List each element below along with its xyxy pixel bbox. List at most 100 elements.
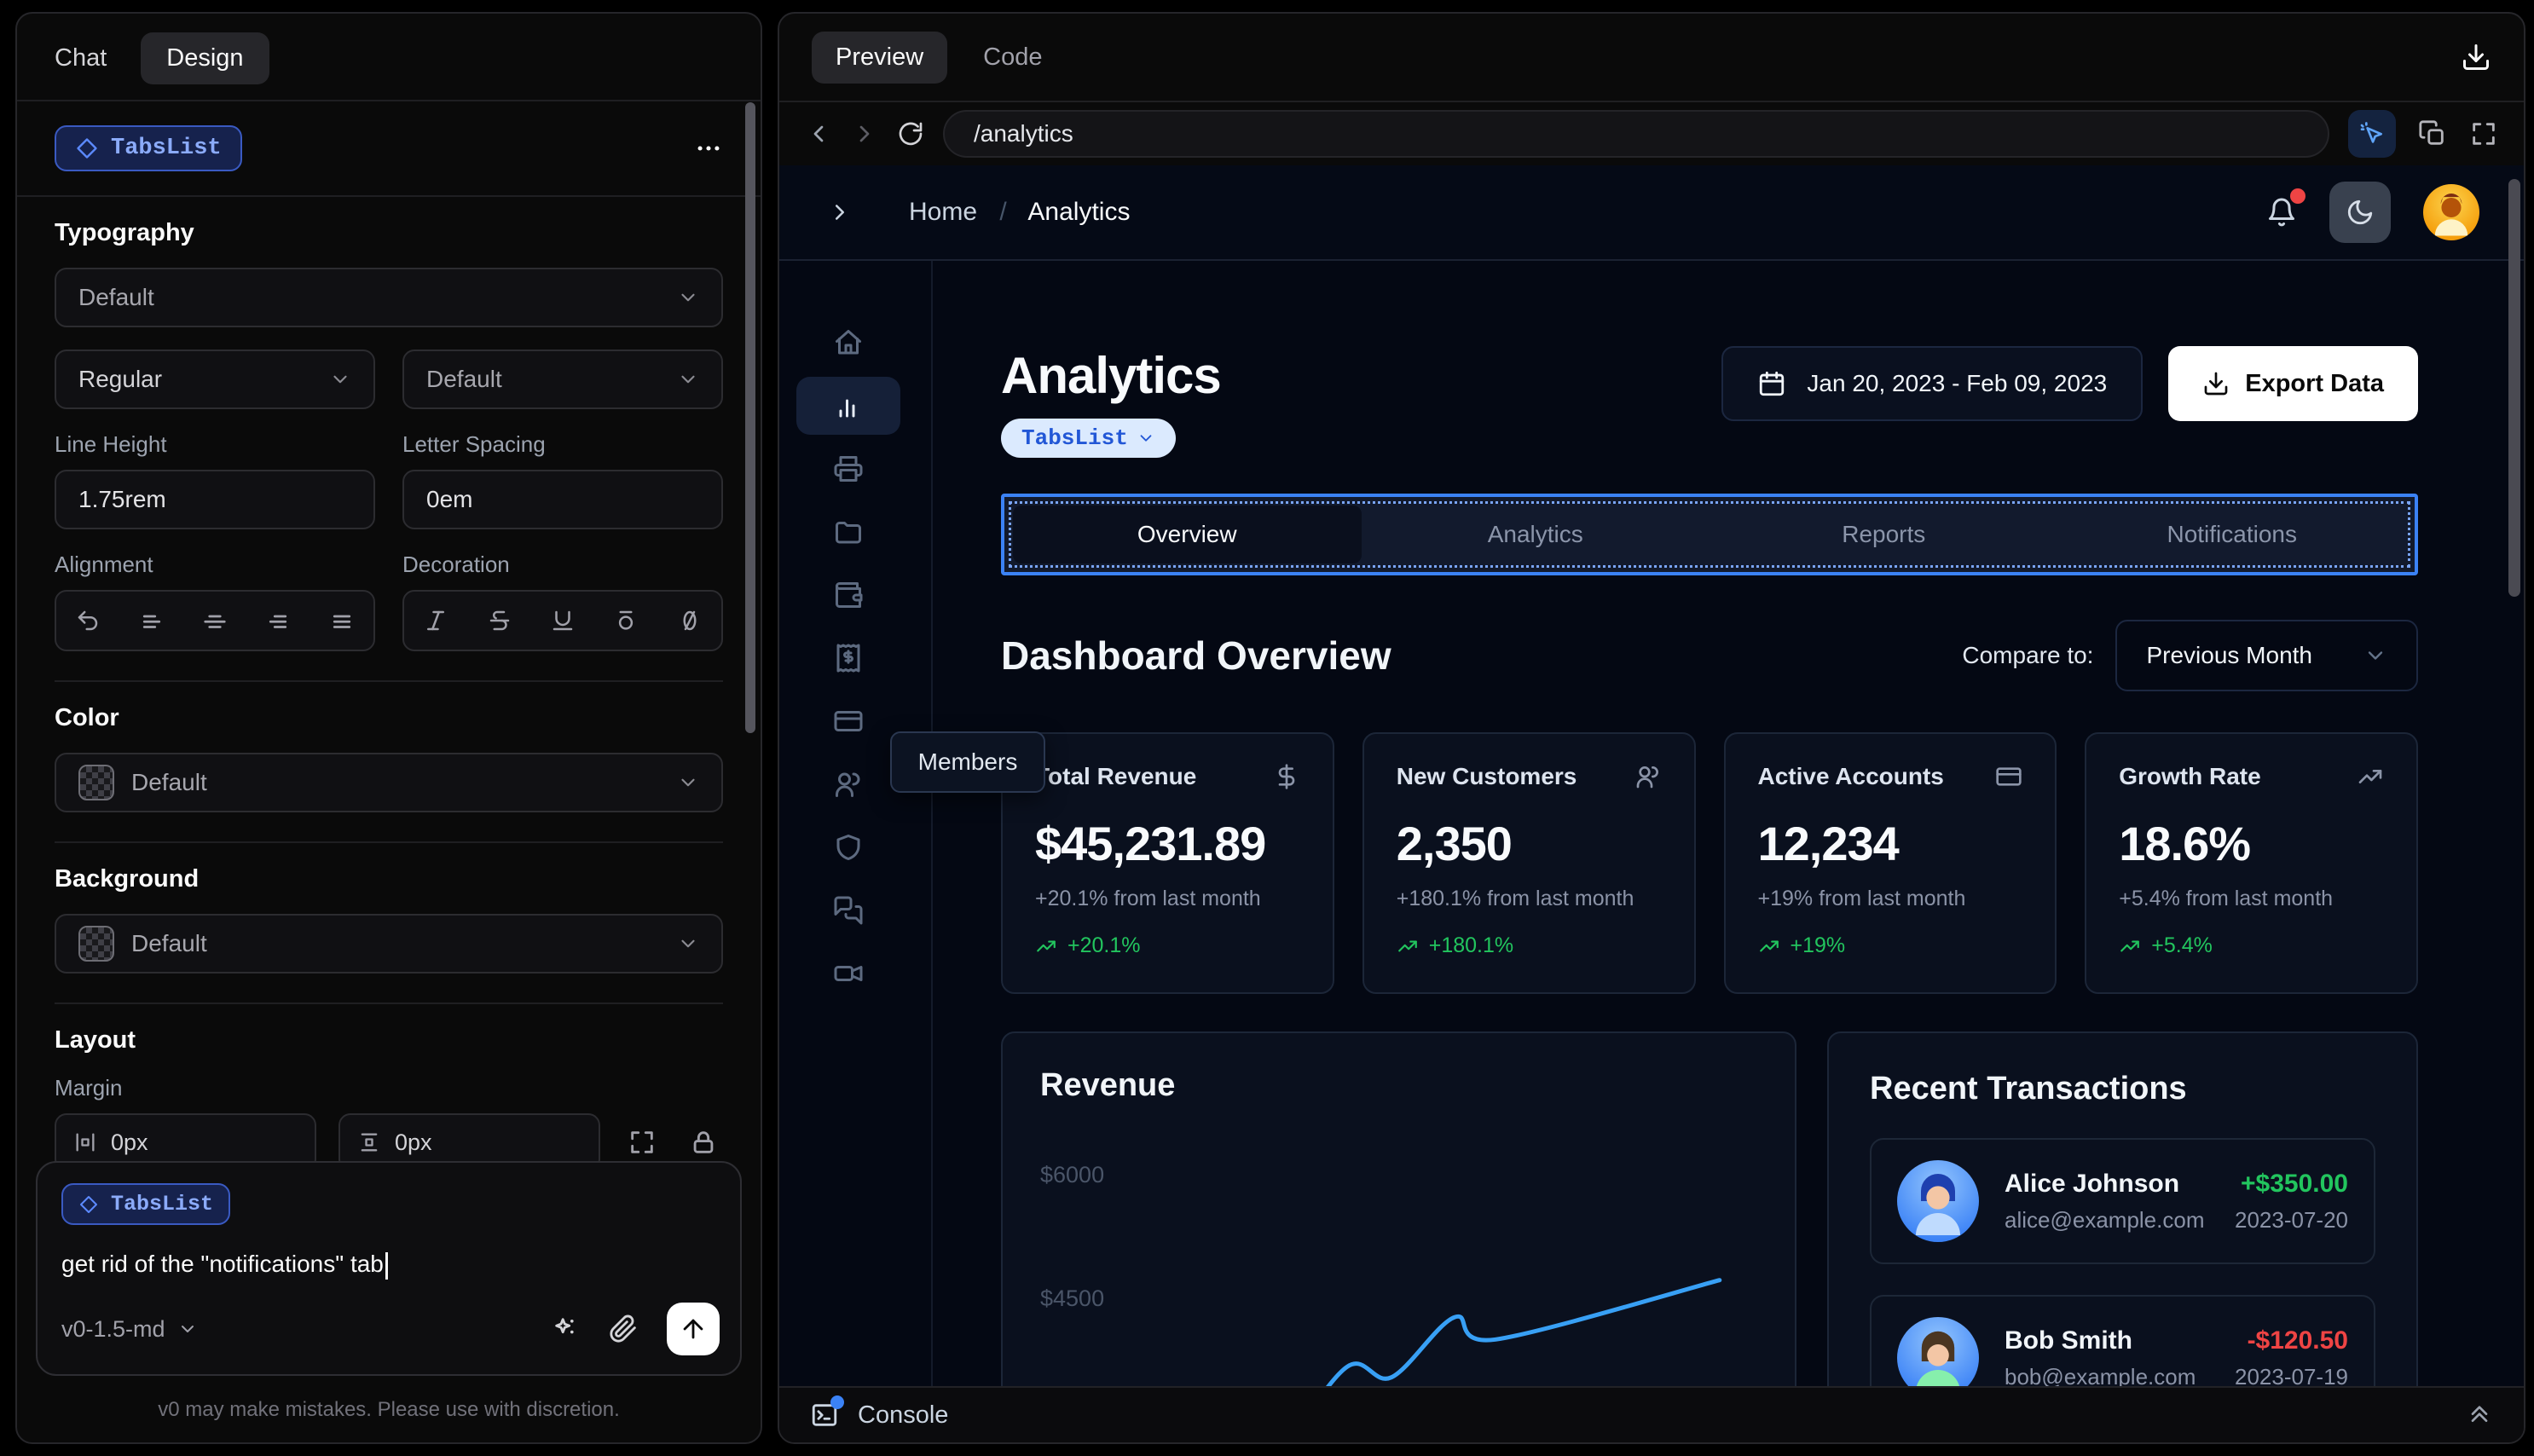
stat-cards: Total Revenue $45,231.89 +20.1% from las…	[1001, 732, 2418, 994]
enhance-sparkles-icon[interactable]	[551, 1314, 580, 1343]
transaction-row[interactable]: Bob Smith bob@example.com -$120.50 2023-…	[1870, 1295, 2375, 1386]
color-select[interactable]: Default	[55, 753, 723, 812]
margin-expand-icon[interactable]	[622, 1123, 662, 1162]
letter-spacing-input[interactable]: 0em	[402, 470, 723, 529]
align-left-icon[interactable]	[134, 603, 170, 638]
stat-card-growth-rate[interactable]: Growth Rate 18.6% +5.4% from last month …	[2085, 732, 2418, 994]
printer-icon	[834, 456, 863, 482]
breadcrumb: Home / Analytics	[909, 198, 1131, 226]
margin-label: Margin	[55, 1075, 123, 1101]
sidebar-item-home[interactable]	[796, 314, 900, 372]
trending-up-icon	[2120, 940, 2140, 951]
sidebar-item-invoices[interactable]	[796, 440, 900, 498]
receipt-dollar-icon	[836, 644, 860, 673]
font-size-select[interactable]: Default	[402, 350, 723, 409]
tabslist-chip[interactable]: TabsList	[55, 125, 242, 171]
users-icon	[836, 772, 860, 797]
stat-card-total-revenue[interactable]: Total Revenue $45,231.89 +20.1% from las…	[1001, 732, 1334, 994]
back-icon[interactable]	[805, 120, 832, 147]
send-button[interactable]	[667, 1303, 720, 1355]
calendar-icon	[1760, 371, 1785, 396]
prompt-input[interactable]: get rid of the "notifications" tab	[61, 1251, 716, 1280]
background-select[interactable]: Default	[55, 914, 723, 974]
font-select[interactable]: Default	[55, 268, 723, 327]
tabslist-context-chip[interactable]: TabsList	[61, 1183, 231, 1225]
model-select[interactable]: v0-1.5-md	[61, 1316, 198, 1343]
tab-chat[interactable]: Chat	[55, 44, 107, 72]
tab-analytics[interactable]: Analytics	[1362, 506, 1710, 563]
font-weight-select[interactable]: Regular	[55, 350, 375, 409]
export-data-button[interactable]: Export Data	[2168, 346, 2418, 421]
tab-notifications[interactable]: Notifications	[2058, 506, 2407, 563]
video-camera-icon	[834, 966, 863, 981]
chevron-down-icon	[329, 368, 351, 390]
breadcrumb-home[interactable]: Home	[909, 198, 977, 226]
chevron-down-icon	[677, 286, 699, 309]
sidebar-item-analytics[interactable]	[796, 377, 900, 435]
background-label: Background	[55, 865, 200, 893]
sidebar-item-wallet[interactable]	[796, 566, 900, 624]
panel-scrollbar[interactable]	[745, 102, 755, 733]
line-height-input[interactable]: 1.75rem	[55, 470, 375, 529]
align-center-icon[interactable]	[197, 603, 233, 638]
preview-scrollbar[interactable]	[2508, 179, 2520, 597]
chevrons-up-icon[interactable]	[2466, 1401, 2493, 1429]
sidebar-item-security[interactable]	[796, 818, 900, 876]
download-icon[interactable]	[2461, 42, 2491, 72]
notifications-bell-icon[interactable]	[2266, 188, 2305, 228]
section-title: Dashboard Overview	[1001, 633, 1391, 678]
sidebar-expand-icon[interactable]	[827, 199, 853, 225]
user-avatar[interactable]	[2423, 184, 2479, 240]
preview-panel: Preview Code /analytics Home / Analytics…	[778, 12, 2525, 1444]
stat-card-new-customers[interactable]: New Customers 2,350 +180.1% from last mo…	[1362, 732, 1696, 994]
color-section: Color Default	[55, 682, 723, 843]
fullscreen-icon[interactable]	[2469, 119, 2498, 148]
sidebar-item-video[interactable]	[796, 945, 900, 1002]
diamond-icon	[78, 1194, 99, 1215]
sidebar-item-messages[interactable]	[796, 881, 900, 939]
decoration-toolbar	[402, 590, 723, 651]
tabslist-selection-badge[interactable]: TabsList	[1001, 419, 1176, 458]
refresh-icon[interactable]	[897, 120, 924, 147]
align-justify-icon[interactable]	[324, 603, 360, 638]
undo-icon[interactable]	[70, 603, 106, 638]
align-right-icon[interactable]	[260, 603, 296, 638]
italic-icon[interactable]	[418, 603, 454, 638]
sidebar-item-cards[interactable]	[796, 692, 900, 750]
theme-toggle-moon-icon[interactable]	[2329, 182, 2391, 243]
strikethrough-icon[interactable]	[482, 603, 518, 638]
color-label: Color	[55, 704, 119, 731]
prompt-composer[interactable]: TabsList get rid of the "notifications" …	[36, 1161, 742, 1376]
layout-label: Layout	[55, 1026, 136, 1054]
revenue-chart-title: Revenue	[1040, 1067, 1176, 1103]
margin-lock-icon[interactable]	[684, 1123, 723, 1162]
transaction-date: 2023-07-19	[2235, 1363, 2348, 1387]
design-select-pointer-icon[interactable]	[2348, 110, 2396, 158]
tab-overview[interactable]: Overview	[1013, 506, 1362, 563]
more-options-icon[interactable]	[694, 134, 723, 163]
ytick-6000: $6000	[1040, 1162, 1105, 1187]
trending-up-icon	[2357, 763, 2384, 790]
date-range-picker[interactable]: Jan 20, 2023 - Feb 09, 2023	[1721, 346, 2143, 421]
tab-design[interactable]: Design	[141, 32, 269, 84]
background-section: Background Default	[55, 843, 723, 1004]
alignment-toolbar	[55, 590, 375, 651]
attach-paperclip-icon[interactable]	[609, 1314, 638, 1343]
typography-label: Typography	[55, 219, 194, 246]
sidebar-item-billing[interactable]	[796, 629, 900, 687]
sidebar-item-members[interactable]	[796, 755, 900, 813]
transaction-row[interactable]: Alice Johnson alice@example.com +$350.00…	[1870, 1138, 2375, 1264]
compare-select[interactable]: Previous Month	[2115, 620, 2418, 691]
console-bar[interactable]: Console	[779, 1386, 2524, 1442]
tab-code[interactable]: Code	[983, 43, 1042, 72]
underline-icon[interactable]	[545, 603, 581, 638]
tab-preview[interactable]: Preview	[812, 31, 948, 84]
overline-icon[interactable]	[608, 603, 644, 638]
url-input[interactable]: /analytics	[943, 110, 2329, 158]
no-decoration-icon[interactable]	[672, 603, 708, 638]
copy-icon[interactable]	[2418, 119, 2447, 148]
sidebar-item-files[interactable]	[796, 503, 900, 561]
forward-icon[interactable]	[851, 120, 878, 147]
stat-card-active-accounts[interactable]: Active Accounts 12,234 +19% from last mo…	[1723, 732, 2057, 994]
tab-reports[interactable]: Reports	[1710, 506, 2058, 563]
